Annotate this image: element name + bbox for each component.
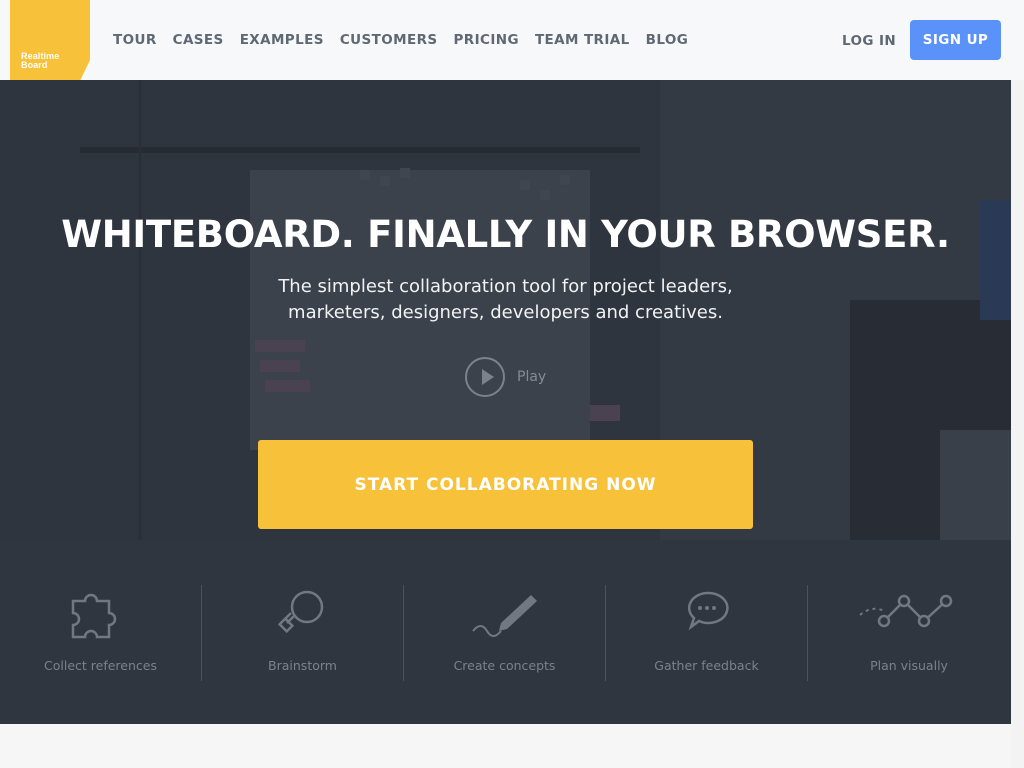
hero-subtitle: The simplest collaboration tool for proj… [0, 274, 1011, 326]
nav-cases[interactable]: CASES [173, 32, 224, 48]
nav-customers[interactable]: CUSTOMERS [340, 32, 438, 48]
scrollbar[interactable] [1011, 80, 1024, 768]
hero-title: WHITEBOARD. FINALLY IN YOUR BROWSER. [61, 213, 950, 256]
nav-blog[interactable]: BLOG [646, 32, 689, 48]
nav-pricing[interactable]: PRICING [454, 32, 519, 48]
play-label[interactable]: Play [517, 369, 546, 385]
start-collaborating-button[interactable]: START COLLABORATING NOW [258, 440, 753, 529]
feature-label: Create concepts [453, 658, 556, 673]
hero-section: WHITEBOARD. FINALLY IN YOUR BROWSER. The… [0, 80, 1011, 724]
features-row: Collect references Brainstorm Create con… [0, 585, 1011, 681]
pen-icon [472, 595, 537, 637]
nav-team-trial[interactable]: TEAM TRIAL [535, 32, 630, 48]
feature-label: Gather feedback [654, 658, 759, 673]
feature-create-concepts: Create concepts [404, 585, 606, 681]
speech-bubble-icon [687, 591, 729, 631]
feature-gather-feedback: Gather feedback [606, 585, 808, 681]
logo-text: Realtime Board [21, 52, 81, 70]
play-video-button[interactable]: Play [465, 357, 546, 397]
next-section [0, 724, 1011, 768]
site-header: Realtime Board TOUR CASES EXAMPLES CUSTO… [0, 0, 1024, 80]
hero-subtitle-line-1: The simplest collaboration tool for proj… [278, 276, 733, 297]
nav-examples[interactable]: EXAMPLES [240, 32, 324, 48]
feature-plan-visually: Plan visually [808, 585, 1010, 681]
hero-subtitle-line-2: marketers, designers, developers and cre… [288, 302, 723, 323]
feature-label: Plan visually [870, 658, 948, 673]
main-nav: TOUR CASES EXAMPLES CUSTOMERS PRICING TE… [113, 0, 704, 80]
feature-label: Collect references [44, 658, 157, 673]
puzzle-icon [71, 593, 117, 639]
play-icon[interactable] [465, 357, 505, 397]
login-link[interactable]: LOG IN [842, 33, 896, 49]
signup-button[interactable]: SIGN UP [910, 20, 1001, 60]
nav-tour[interactable]: TOUR [113, 32, 157, 48]
line-chart-icon [859, 594, 953, 628]
logo-line-2: Board [21, 60, 48, 70]
feature-brainstorm: Brainstorm [202, 585, 404, 681]
feature-collect-references: Collect references [0, 585, 202, 681]
logo[interactable]: Realtime Board [10, 0, 90, 80]
lightbulb-icon [277, 590, 324, 634]
feature-label: Brainstorm [268, 658, 337, 673]
